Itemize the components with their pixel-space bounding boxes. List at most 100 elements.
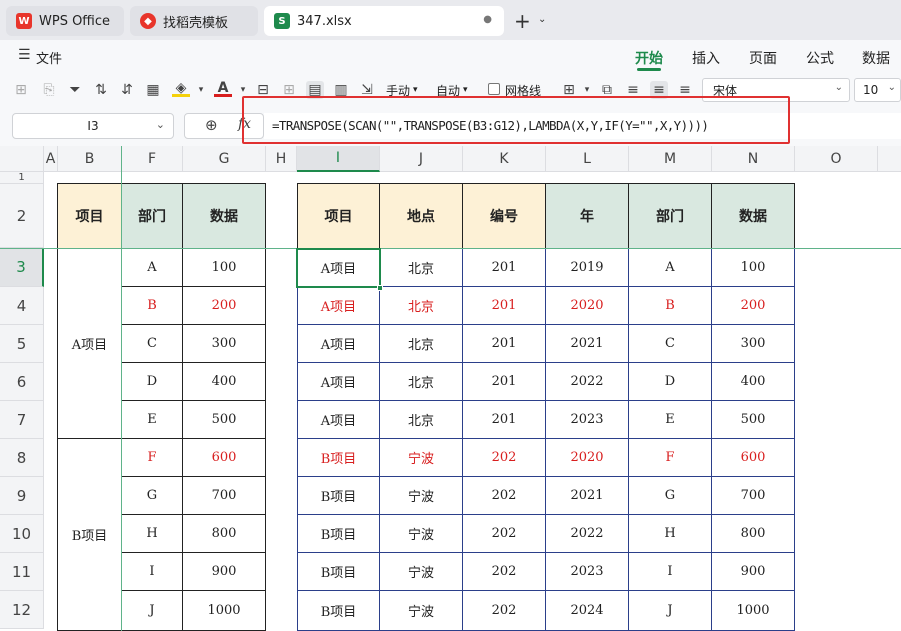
- zoom-search-icon[interactable]: ⊕: [205, 116, 218, 134]
- right-cell-r10-c0[interactable]: B项目: [297, 515, 380, 553]
- row-header-10[interactable]: 10: [0, 515, 44, 553]
- left-value-cell[interactable]: 100: [183, 249, 266, 287]
- left-group-a[interactable]: A项目: [57, 249, 122, 439]
- right-cell-r12-c5[interactable]: 1000: [712, 591, 795, 631]
- right-cell-r10-c2[interactable]: 202: [463, 515, 546, 553]
- right-cell-r8-c1[interactable]: 宁波: [380, 439, 463, 477]
- hamburger-menu-icon[interactable]: ☰: [18, 47, 31, 63]
- right-cell-r4-c0[interactable]: A项目: [297, 287, 380, 325]
- gridlines-checkbox[interactable]: [488, 83, 500, 95]
- right-cell-r9-c1[interactable]: 宁波: [380, 477, 463, 515]
- right-header-0[interactable]: 项目: [297, 183, 380, 249]
- right-cell-r3-c4[interactable]: A: [629, 249, 712, 287]
- right-cell-r6-c4[interactable]: D: [629, 363, 712, 401]
- left-dept-cell[interactable]: J: [122, 591, 183, 631]
- column-header-l[interactable]: L: [546, 146, 629, 172]
- right-cell-r8-c3[interactable]: 2020: [546, 439, 629, 477]
- right-cell-r3-c1[interactable]: 北京: [380, 249, 463, 287]
- right-cell-r5-c2[interactable]: 201: [463, 325, 546, 363]
- row-header-9[interactable]: 9: [0, 477, 44, 515]
- left-header-project[interactable]: 项目: [57, 183, 122, 249]
- column-header-m[interactable]: M: [629, 146, 712, 172]
- right-cell-r8-c4[interactable]: F: [629, 439, 712, 477]
- right-cell-r4-c3[interactable]: 2020: [546, 287, 629, 325]
- menu-tab-insert[interactable]: 插入: [692, 48, 720, 68]
- right-header-4[interactable]: 部门: [629, 183, 712, 249]
- right-cell-r3-c2[interactable]: 201: [463, 249, 546, 287]
- column-header-n[interactable]: N: [712, 146, 795, 172]
- right-cell-r8-c0[interactable]: B项目: [297, 439, 380, 477]
- right-cell-r7-c1[interactable]: 北京: [380, 401, 463, 439]
- left-value-cell[interactable]: 900: [183, 553, 266, 591]
- column-header-next[interactable]: [878, 146, 901, 172]
- left-dept-cell[interactable]: I: [122, 553, 183, 591]
- left-dept-cell[interactable]: A: [122, 249, 183, 287]
- right-header-3[interactable]: 年: [546, 183, 629, 249]
- right-cell-r12-c3[interactable]: 2024: [546, 591, 629, 631]
- row-header-3[interactable]: 3: [0, 248, 44, 287]
- left-value-cell[interactable]: 200: [183, 287, 266, 325]
- right-cell-r11-c2[interactable]: 202: [463, 553, 546, 591]
- column-header-k[interactable]: K: [463, 146, 546, 172]
- left-dept-cell[interactable]: D: [122, 363, 183, 401]
- left-dept-cell[interactable]: E: [122, 401, 183, 439]
- left-dept-cell[interactable]: C: [122, 325, 183, 363]
- right-cell-r6-c5[interactable]: 400: [712, 363, 795, 401]
- borders-icon[interactable]: ▦: [144, 81, 162, 99]
- tab-347-xlsx[interactable]: S 347.xlsx ●: [264, 6, 504, 36]
- font-size-select[interactable]: 10 ⌄: [854, 78, 901, 102]
- column-header-a[interactable]: A: [44, 146, 58, 172]
- paste-format-icon[interactable]: ⎘: [40, 81, 58, 99]
- right-cell-r5-c3[interactable]: 2021: [546, 325, 629, 363]
- left-dept-cell[interactable]: F: [122, 439, 183, 477]
- left-dept-cell[interactable]: H: [122, 515, 183, 553]
- column-header-j[interactable]: J: [380, 146, 463, 172]
- sort-ascending-icon[interactable]: ⇅: [92, 81, 110, 99]
- right-cell-r12-c2[interactable]: 202: [463, 591, 546, 631]
- right-cell-r5-c5[interactable]: 300: [712, 325, 795, 363]
- right-cell-r3-c3[interactable]: 2019: [546, 249, 629, 287]
- right-cell-r11-c0[interactable]: B项目: [297, 553, 380, 591]
- tab-docer-templates[interactable]: ◆ 找稻壳模板: [130, 6, 258, 36]
- left-value-cell[interactable]: 400: [183, 363, 266, 401]
- name-box[interactable]: I3 ⌄: [12, 113, 174, 139]
- right-cell-r10-c4[interactable]: H: [629, 515, 712, 553]
- fill-handle[interactable]: [377, 285, 383, 291]
- right-cell-r7-c2[interactable]: 201: [463, 401, 546, 439]
- right-cell-r9-c2[interactable]: 202: [463, 477, 546, 515]
- left-header-dept[interactable]: 部门: [122, 183, 183, 249]
- right-cell-r6-c0[interactable]: A项目: [297, 363, 380, 401]
- left-group-b[interactable]: B项目: [57, 439, 122, 631]
- column-header-g[interactable]: G: [183, 146, 266, 172]
- menu-tab-page[interactable]: 页面: [749, 48, 777, 68]
- fill-color-icon[interactable]: ◈: [172, 80, 190, 97]
- right-cell-r7-c0[interactable]: A项目: [297, 401, 380, 439]
- right-cell-r6-c2[interactable]: 201: [463, 363, 546, 401]
- tab-menu-chevron-down-icon[interactable]: ⌄: [538, 14, 546, 25]
- right-cell-r8-c5[interactable]: 600: [712, 439, 795, 477]
- font-color-icon[interactable]: A: [214, 80, 232, 97]
- column-header-f[interactable]: F: [122, 146, 183, 172]
- right-cell-r6-c3[interactable]: 2022: [546, 363, 629, 401]
- row-header-11[interactable]: 11: [0, 553, 44, 591]
- right-cell-r7-c4[interactable]: E: [629, 401, 712, 439]
- row-header-1[interactable]: 1: [0, 172, 44, 184]
- right-cell-r5-c0[interactable]: A项目: [297, 325, 380, 363]
- right-cell-r7-c5[interactable]: 500: [712, 401, 795, 439]
- right-cell-r9-c5[interactable]: 700: [712, 477, 795, 515]
- right-cell-r4-c2[interactable]: 201: [463, 287, 546, 325]
- left-dept-cell[interactable]: B: [122, 287, 183, 325]
- filter-icon[interactable]: ⏷: [66, 81, 84, 99]
- left-value-cell[interactable]: 800: [183, 515, 266, 553]
- right-cell-r11-c1[interactable]: 宁波: [380, 553, 463, 591]
- active-cell-selection[interactable]: [296, 248, 381, 288]
- right-cell-r12-c4[interactable]: J: [629, 591, 712, 631]
- right-cell-r8-c2[interactable]: 202: [463, 439, 546, 477]
- right-cell-r11-c5[interactable]: 900: [712, 553, 795, 591]
- right-cell-r6-c1[interactable]: 北京: [380, 363, 463, 401]
- row-header-2[interactable]: 2: [0, 184, 44, 248]
- left-dept-cell[interactable]: G: [122, 477, 183, 515]
- right-cell-r4-c1[interactable]: 北京: [380, 287, 463, 325]
- right-cell-r4-c4[interactable]: B: [629, 287, 712, 325]
- right-cell-r9-c3[interactable]: 2021: [546, 477, 629, 515]
